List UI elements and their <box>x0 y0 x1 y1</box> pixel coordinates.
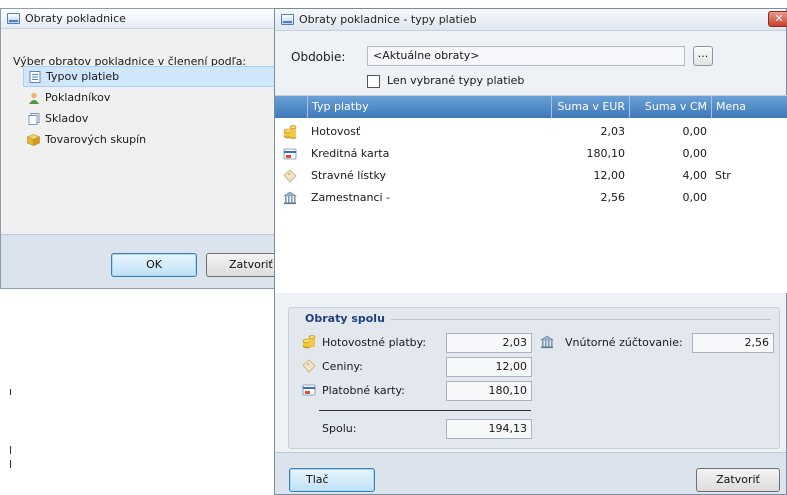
left-dialog-title: Obraty pokladnice <box>25 12 126 25</box>
coins-icon <box>302 335 316 349</box>
cell-currency <box>711 121 787 143</box>
cell-currency <box>711 187 787 209</box>
total-label: Spolu: <box>322 422 357 435</box>
total-value: 194,13 <box>446 419 532 439</box>
breakdown-item-warehouses[interactable]: Skladov <box>23 108 278 129</box>
credit-card-icon <box>283 147 297 161</box>
cell-type: Zamestnanci - <box>311 191 391 204</box>
period-browse-button[interactable]: ... <box>693 46 713 66</box>
ticket-icon <box>302 359 316 373</box>
app-window-icon <box>281 14 294 25</box>
cash-payments-label: Hotovostné platby: <box>322 336 427 349</box>
coins-icon <box>283 125 297 139</box>
bank-icon <box>540 335 554 349</box>
period-label: Obdobie: <box>291 50 346 64</box>
breakdown-item-product-groups[interactable]: Tovarových skupín <box>23 129 278 150</box>
cell-type: Stravné lístky <box>311 169 386 182</box>
header-icon-cell <box>275 96 307 118</box>
period-field[interactable]: <Aktuálne obraty> <box>367 46 685 66</box>
main-dialog-titlebar[interactable]: Obraty pokladnice - typy platieb <box>275 9 786 31</box>
ok-button[interactable]: OK <box>111 253 197 277</box>
payment-types-dialog: Obraty pokladnice - typy platieb ✕ Obdob… <box>274 8 787 495</box>
table-row[interactable]: Kreditná karta 180,10 0,00 <box>275 143 787 165</box>
cell-currency: Str <box>715 169 731 182</box>
cell-cm: 0,00 <box>682 147 708 160</box>
col-header-eur[interactable]: Suma v EUR <box>551 96 629 118</box>
breakdown-item-label: Skladov <box>45 112 89 125</box>
breakdown-list: Typov platieb Pokladníkov Skladov Tovaro… <box>23 66 278 150</box>
table-row[interactable]: Zamestnanci - 2,56 0,00 <box>275 187 787 209</box>
cell-eur: 12,00 <box>593 169 626 182</box>
selected-types-only-checkbox[interactable] <box>367 75 380 88</box>
col-header-type[interactable]: Typ platby <box>307 96 551 118</box>
totals-group-title: Obraty spolu <box>305 312 391 325</box>
document-icon <box>27 112 40 125</box>
breakdown-item-label: Pokladníkov <box>45 91 111 104</box>
internal-settlement-label: Vnútorné zúčtovanie: <box>565 336 683 349</box>
credit-card-icon <box>302 383 316 397</box>
window-close-button[interactable]: ✕ <box>768 11 787 27</box>
table-header: Typ platby Suma v EUR Suma v CM Mena <box>275 96 787 118</box>
group-divider <box>379 319 771 320</box>
cash-payments-value: 2,03 <box>446 333 532 353</box>
cards-label: Platobné karty: <box>322 384 405 397</box>
internal-settlement-value: 2,56 <box>692 333 774 353</box>
ticket-icon <box>283 169 297 183</box>
vouchers-value: 12,00 <box>446 357 532 377</box>
list-icon <box>28 70 41 83</box>
vouchers-label: Ceniny: <box>322 360 363 373</box>
cards-value: 180,10 <box>446 381 532 401</box>
edge-mark <box>10 389 11 395</box>
cell-type: Hotovosť <box>311 125 361 138</box>
cell-eur: 2,56 <box>600 191 626 204</box>
breakdown-item-cashiers[interactable]: Pokladníkov <box>23 87 278 108</box>
cell-cm: 0,00 <box>682 125 708 138</box>
app-window-icon <box>7 13 20 24</box>
main-dialog-title: Obraty pokladnice - typy platieb <box>299 13 477 26</box>
print-button[interactable]: Tlač <box>289 468 375 492</box>
edge-mark <box>10 460 11 468</box>
table-row[interactable]: Hotovosť 2,03 0,00 <box>275 121 787 143</box>
payment-types-table: Typ platby Suma v EUR Suma v CM Mena Hot… <box>275 95 787 293</box>
payment-breakdown-selector-dialog: Obraty pokladnice Výber obratov pokladni… <box>0 8 296 289</box>
edge-mark <box>10 446 11 454</box>
checkbox-label: Len vybrané typy platieb <box>387 74 525 87</box>
cell-type: Kreditná karta <box>311 147 390 160</box>
cell-eur: 2,03 <box>600 125 626 138</box>
cell-eur: 180,10 <box>586 147 626 160</box>
breakdown-item-label: Typov platieb <box>46 70 120 83</box>
col-header-currency[interactable]: Mena <box>711 96 787 118</box>
totals-group: Obraty spolu Hotovostné platby: 2,03 Vnú… <box>288 307 780 449</box>
table-row[interactable]: Stravné lístky 12,00 4,00 Str <box>275 165 787 187</box>
cell-cm: 0,00 <box>682 191 708 204</box>
cell-cm: 4,00 <box>682 169 708 182</box>
box-icon <box>27 133 40 146</box>
left-dialog-titlebar[interactable]: Obraty pokladnice <box>1 9 282 29</box>
breakdown-item-payment-types[interactable]: Typov platieb <box>23 66 278 87</box>
sum-rule <box>319 410 531 411</box>
breakdown-item-label: Tovarových skupín <box>45 133 147 146</box>
bank-icon <box>283 191 297 205</box>
col-header-cm[interactable]: Suma v CM <box>629 96 711 118</box>
close-button[interactable]: Zatvoriť <box>696 468 780 492</box>
cell-currency <box>711 143 787 165</box>
user-icon <box>27 91 40 104</box>
